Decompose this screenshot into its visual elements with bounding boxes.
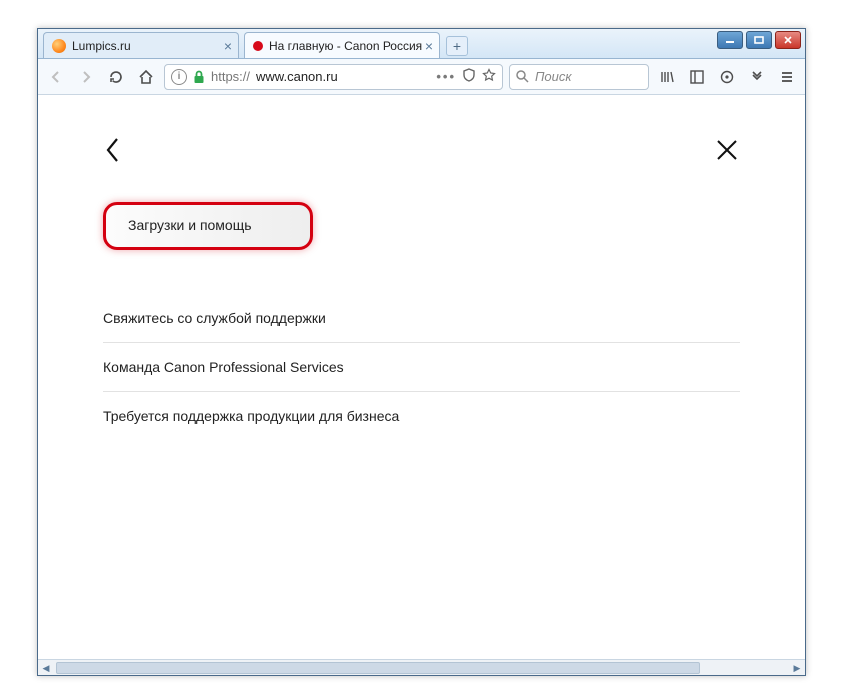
tab-canon[interactable]: На главную - Canon Россия × (244, 32, 440, 58)
menu-item-label: Команда Canon Professional Services (103, 359, 344, 375)
info-icon[interactable]: i (171, 69, 187, 85)
reload-button[interactable] (104, 65, 128, 89)
back-chevron-icon[interactable] (103, 135, 123, 170)
menu-item-label: Загрузки и помощь (128, 217, 252, 233)
home-button[interactable] (134, 65, 158, 89)
close-button[interactable] (775, 31, 801, 49)
browser-window: Lumpics.ru × На главную - Canon Россия ×… (37, 28, 806, 676)
minimize-button[interactable] (717, 31, 743, 49)
menu-item-cps-team[interactable]: Команда Canon Professional Services (103, 343, 740, 392)
red-dot-favicon-icon (253, 41, 263, 51)
hamburger-menu-icon[interactable] (775, 65, 799, 89)
library-icon[interactable] (655, 65, 679, 89)
page-content: Загрузки и помощь Свяжитесь со службой п… (38, 95, 805, 659)
menu-item-label: Свяжитесь со службой поддержки (103, 310, 326, 326)
tab-title: Lumpics.ru (72, 39, 131, 53)
menu-item-contact-support[interactable]: Свяжитесь со службой поддержки (103, 294, 740, 343)
overflow-icon[interactable] (745, 65, 769, 89)
titlebar: Lumpics.ru × На главную - Canon Россия ×… (38, 29, 805, 59)
search-bar[interactable]: Поиск (509, 64, 649, 90)
search-icon (516, 70, 529, 83)
window-controls (717, 31, 801, 49)
menu-item-business-support[interactable]: Требуется поддержка продукции для бизнес… (103, 392, 740, 440)
scroll-right-icon[interactable]: ▶ (789, 660, 805, 676)
addon-icon[interactable] (715, 65, 739, 89)
menu-item-label: Требуется поддержка продукции для бизнес… (103, 408, 399, 424)
nav-toolbar: i https:// www.canon.ru ••• Поиск (38, 59, 805, 95)
close-panel-icon[interactable] (714, 137, 740, 168)
menu-panel: Загрузки и помощь Свяжитесь со службой п… (38, 95, 805, 460)
orange-favicon-icon (52, 39, 66, 53)
url-scheme: https:// (211, 69, 250, 84)
tab-title: На главную - Canon Россия (269, 39, 422, 53)
scrollbar-thumb[interactable] (56, 662, 700, 674)
close-icon[interactable]: × (224, 39, 232, 53)
url-bar[interactable]: i https:// www.canon.ru ••• (164, 64, 503, 90)
new-tab-button[interactable]: + (446, 36, 468, 56)
sidebar-icon[interactable] (685, 65, 709, 89)
lock-icon (193, 70, 205, 84)
forward-button[interactable] (74, 65, 98, 89)
menu-list: Свяжитесь со службой поддержки Команда C… (103, 294, 740, 440)
scroll-left-icon[interactable]: ◀ (38, 660, 54, 676)
menu-item-downloads-help[interactable]: Загрузки и помощь (103, 202, 313, 250)
url-domain: www.canon.ru (256, 69, 338, 84)
tab-lumpics[interactable]: Lumpics.ru × (43, 32, 239, 58)
maximize-button[interactable] (746, 31, 772, 49)
shield-icon[interactable] (462, 68, 476, 85)
horizontal-scrollbar[interactable]: ◀ ▶ (38, 659, 805, 675)
close-icon[interactable]: × (425, 39, 433, 53)
bookmark-star-icon[interactable] (482, 68, 496, 85)
search-placeholder: Поиск (535, 69, 572, 84)
page-actions-icon[interactable]: ••• (436, 69, 456, 84)
back-button[interactable] (44, 65, 68, 89)
